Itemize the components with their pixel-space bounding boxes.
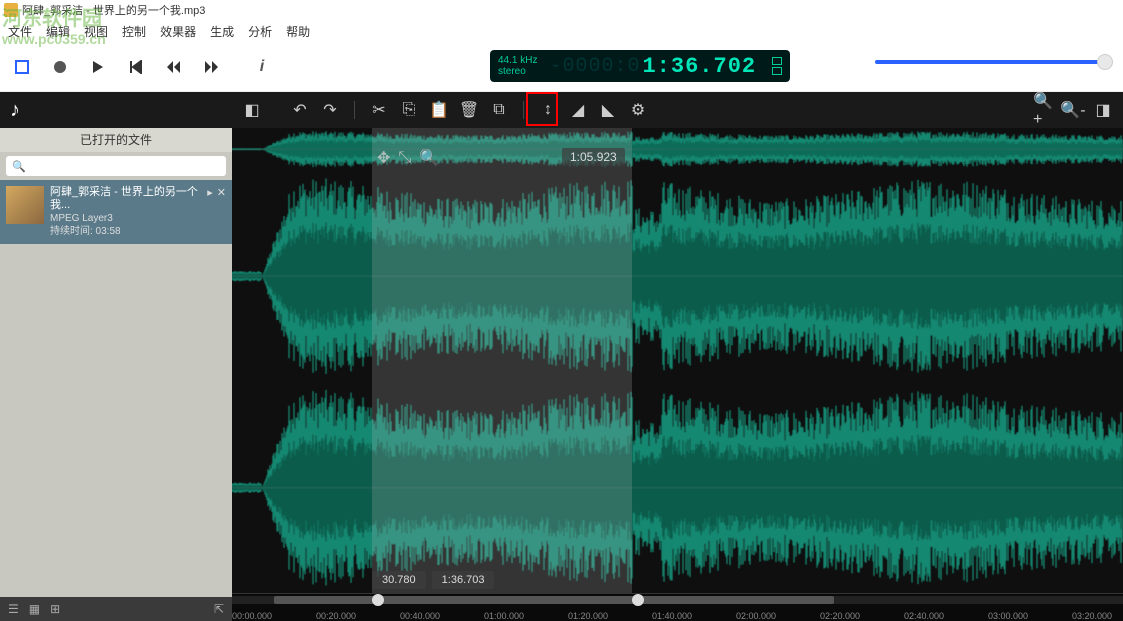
sidebar: ♪ 已打开的文件 🔍 阿肆_郭采洁 - 世界上的另一个我... MPEG Lay… xyxy=(0,92,232,621)
sidebar-statusbar: ☰ ▦ ⊞ ⇱ xyxy=(0,597,232,621)
zoom-in-icon[interactable]: 🔍+ xyxy=(1033,100,1053,120)
time-main: 1:36.702 xyxy=(642,54,756,79)
play-button[interactable] xyxy=(88,57,108,77)
file-duration: 持续时间: 03:58 xyxy=(50,225,207,238)
ruler-tick: 00:20.000 xyxy=(316,611,356,621)
paste-icon[interactable]: 📋 xyxy=(429,100,449,120)
zoom-selection-icon[interactable]: 🔍 xyxy=(419,148,439,168)
time-display-icons[interactable] xyxy=(772,57,782,75)
edge-right-icon[interactable]: ◨ xyxy=(1093,100,1113,120)
ruler-knob-start[interactable] xyxy=(372,594,384,606)
volume-slider[interactable] xyxy=(875,60,1105,64)
transport-toolbar: i 44.1 kHz stereo -0000:0 1:36.702 xyxy=(0,42,1123,92)
fastforward-button[interactable] xyxy=(202,57,222,77)
ruler-tick: 02:20.000 xyxy=(820,611,860,621)
selection-start-label: 30.780 xyxy=(372,571,426,589)
ruler-tick: 03:20.000 xyxy=(1072,611,1112,621)
view-grid-icon[interactable]: ▦ xyxy=(29,602,40,616)
editor-toolbar: ◧ ↶ ↷ ✂ ⎘ 📋 🗑 ⧉ ↕ ◢ ◣ ⚙ 🔍+ 🔍- ◨ xyxy=(232,92,1123,128)
zoom-out-icon[interactable]: 🔍- xyxy=(1063,100,1083,120)
file-name: 阿肆_郭采洁 - 世界上的另一个我... xyxy=(50,186,207,212)
record-button[interactable] xyxy=(50,57,70,77)
selection-readout: 30.780 1:36.703 xyxy=(372,571,494,589)
file-thumbnail xyxy=(6,186,44,224)
time-ruler[interactable]: 00:00.000 00:20.000 00:40.000 01:00.000 01:2… xyxy=(232,593,1123,621)
copy-icon[interactable]: ⎘ xyxy=(399,100,419,120)
volume-knob[interactable] xyxy=(1097,54,1113,70)
ruler-tick: 02:00.000 xyxy=(736,611,776,621)
menubar: 文件 编辑 视图 控制 效果器 生成 分析 帮助 xyxy=(0,20,1123,42)
edge-left-icon[interactable]: ◧ xyxy=(242,100,262,120)
view-list-icon[interactable]: ☰ xyxy=(8,602,19,616)
highlight-box xyxy=(526,92,558,126)
menu-control[interactable]: 控制 xyxy=(122,23,146,40)
waveform-area[interactable]: ✥ ⤡ 🔍 1:05.923 30.780 1:36.703 xyxy=(232,128,1123,621)
info-button[interactable]: i xyxy=(252,57,272,77)
stop-button[interactable] xyxy=(12,57,32,77)
crop-icon[interactable]: ⧉ xyxy=(489,100,509,120)
skip-start-button[interactable] xyxy=(126,57,146,77)
ruler-tick: 01:40.000 xyxy=(652,611,692,621)
waveform-canvas[interactable] xyxy=(232,128,1123,621)
file-format: MPEG Layer3 xyxy=(50,212,207,225)
move-icon[interactable]: ✥ xyxy=(377,148,390,168)
ruler-scroll-thumb[interactable] xyxy=(274,596,834,604)
redo-icon[interactable]: ↷ xyxy=(320,100,340,120)
sidebar-header: ♪ xyxy=(0,92,232,128)
sidebar-title: 已打开的文件 xyxy=(0,128,232,152)
ruler-tick: 00:00.000 xyxy=(232,611,272,621)
ruler-tick: 02:40.000 xyxy=(904,611,944,621)
editor-area: ◧ ↶ ↷ ✂ ⎘ 📋 🗑 ⧉ ↕ ◢ ◣ ⚙ 🔍+ 🔍- ◨ xyxy=(232,92,1123,621)
delete-icon[interactable]: 🗑 xyxy=(459,100,479,120)
menu-generate[interactable]: 生成 xyxy=(210,23,234,40)
rewind-button[interactable] xyxy=(164,57,184,77)
search-input[interactable]: 🔍 xyxy=(6,156,226,176)
app-icon xyxy=(4,3,18,17)
ruler-tick: 00:40.000 xyxy=(400,611,440,621)
selection-end-label: 1:36.703 xyxy=(432,571,495,589)
search-icon: 🔍 xyxy=(12,160,26,173)
fade-in-icon[interactable]: ◢ xyxy=(568,100,588,120)
resize-icon[interactable]: ⤡ xyxy=(398,149,411,167)
view-tiles-icon[interactable]: ⊞ xyxy=(50,602,60,616)
menu-analyze[interactable]: 分析 xyxy=(248,23,272,40)
menu-help[interactable]: 帮助 xyxy=(286,23,310,40)
file-play-icon[interactable]: ▸ xyxy=(207,186,213,199)
fade-out-icon[interactable]: ◣ xyxy=(598,100,618,120)
file-list-item[interactable]: 阿肆_郭采洁 - 世界上的另一个我... MPEG Layer3 持续时间: 0… xyxy=(0,180,232,244)
ruler-knob-end[interactable] xyxy=(632,594,644,606)
music-note-icon: ♪ xyxy=(10,99,20,122)
undo-icon[interactable]: ↶ xyxy=(290,100,310,120)
selection-tools: ✥ ⤡ 🔍 xyxy=(377,148,439,168)
ruler-tick: 01:20.000 xyxy=(568,611,608,621)
ruler-tick: 01:00.000 xyxy=(484,611,524,621)
cut-icon[interactable]: ✂ xyxy=(369,100,389,120)
menu-effects[interactable]: 效果器 xyxy=(160,23,196,40)
export-icon[interactable]: ⇱ xyxy=(214,602,224,616)
titlebar: 阿肆_郭采洁 - 世界上的另一个我.mp3 xyxy=(0,0,1123,20)
menu-file[interactable]: 文件 xyxy=(8,23,32,40)
menu-view[interactable]: 视图 xyxy=(84,23,108,40)
sample-rate-label: 44.1 kHz xyxy=(498,55,537,66)
selection-region[interactable] xyxy=(372,128,632,593)
time-display: 44.1 kHz stereo -0000:0 1:36.702 xyxy=(490,50,790,82)
channels-label: stereo xyxy=(498,66,537,77)
gear-icon[interactable]: ⚙ xyxy=(628,100,648,120)
overlay-time-label: 1:05.923 xyxy=(562,148,625,166)
menu-edit[interactable]: 编辑 xyxy=(46,23,70,40)
file-close-icon[interactable]: ✕ xyxy=(217,186,226,199)
window-title: 阿肆_郭采洁 - 世界上的另一个我.mp3 xyxy=(22,2,205,18)
time-neg: -0000:0 xyxy=(549,55,640,78)
ruler-tick: 03:00.000 xyxy=(988,611,1028,621)
